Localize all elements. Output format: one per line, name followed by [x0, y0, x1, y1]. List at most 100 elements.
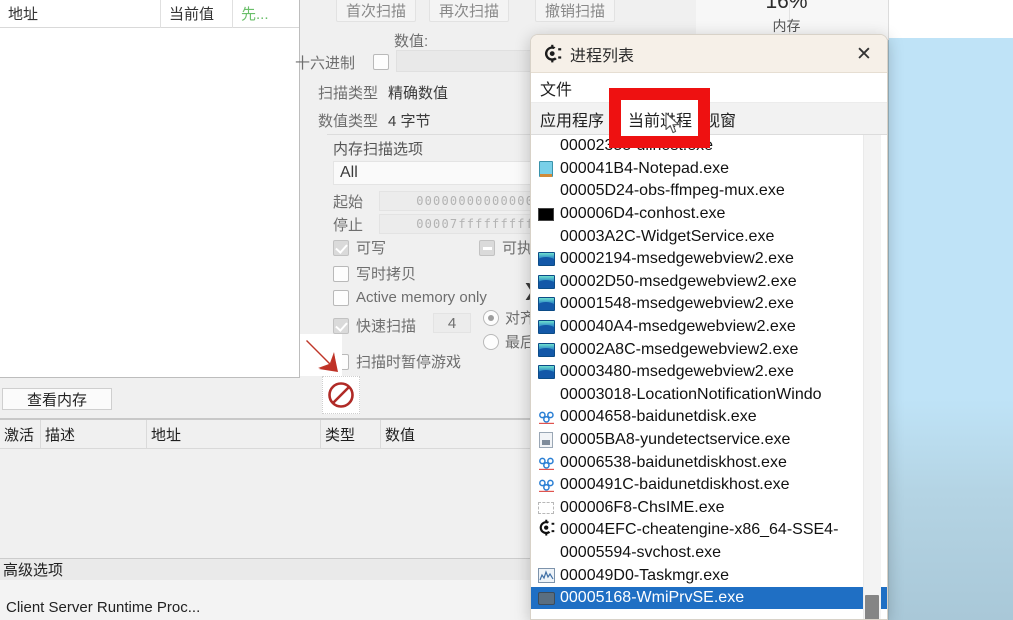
process-list-item[interactable]: 000040A4-msedgewebview2.exe	[531, 316, 887, 339]
column-header-type[interactable]: 类型	[320, 420, 380, 448]
process-name: 000006D4-conhost.exe	[560, 205, 726, 223]
align-radio[interactable]	[483, 309, 499, 326]
start-address-label: 起始	[333, 194, 364, 211]
process-list-item[interactable]: 00004658-baidunetdisk.exe	[531, 406, 887, 429]
column-header-value[interactable]: 数值	[380, 420, 480, 448]
process-list-item[interactable]: 00005594-svchost.exe	[531, 542, 887, 565]
hex-checkbox[interactable]	[373, 54, 389, 70]
process-list[interactable]: 00002358-dllhost.exe 000041B4-Notepad.exe…	[531, 135, 887, 619]
column-header-address[interactable]: 地址	[146, 420, 320, 448]
process-list-item[interactable]: 000006F8-ChsIME.exe	[531, 497, 887, 520]
scan-type-label: 扫描类型	[318, 85, 379, 102]
fastscan-value-input[interactable]: 4	[433, 313, 471, 333]
column-header-address[interactable]: 地址	[0, 0, 160, 28]
first-scan-button[interactable]: 首次扫描	[336, 0, 417, 22]
copyonwrite-checkbox[interactable]	[333, 265, 349, 282]
pause-game-label: 扫描时暂停游戏	[356, 354, 462, 371]
highlighted-tab-label[interactable]: 当前进程	[628, 107, 692, 131]
process-list-item[interactable]: 0000491C-baidunetdiskhost.exe	[531, 474, 887, 497]
start-address-input[interactable]: 0000000000000000	[379, 191, 555, 211]
scan-type-dropdown[interactable]: 精确数值	[388, 82, 448, 103]
align-radio-row[interactable]: 对齐	[483, 307, 535, 328]
column-header-previous-value[interactable]: 先...	[232, 0, 298, 28]
process-list-item[interactable]: 000049D0-Taskmgr.exe	[531, 564, 887, 587]
process-name: 00002A8C-msedgewebview2.exe	[560, 340, 799, 358]
process-dialog-title: 进程列表	[570, 47, 635, 65]
process-list-item[interactable]: 00006538-baidunetdiskhost.exe	[531, 451, 887, 474]
taskmanager-memory-percent: 16%	[765, 0, 808, 13]
writable-checkbox-row[interactable]: 可写	[333, 237, 386, 258]
process-list-item[interactable]: 000041B4-Notepad.exe	[531, 158, 887, 181]
tab-applications[interactable]: 应用程序	[531, 103, 613, 134]
process-name: 00004EFC-cheatengine-x86_64-SSE4-	[560, 521, 839, 539]
process-list-scroll-thumb[interactable]	[865, 595, 879, 619]
fastscan-checkbox[interactable]	[333, 317, 349, 334]
copyonwrite-checkbox-row[interactable]: 写时拷贝	[333, 263, 416, 284]
process-dialog-titlebar[interactable]: 进程列表 ✕	[531, 35, 887, 73]
process-list-item[interactable]: 00003480-msedgewebview2.exe	[531, 361, 887, 384]
copyonwrite-label: 写时拷贝	[356, 266, 417, 283]
process-name: 00002D50-msedgewebview2.exe	[560, 272, 797, 290]
blank-icon	[537, 182, 555, 200]
blank-icon	[537, 544, 555, 562]
mouse-cursor-icon	[665, 112, 682, 141]
value-type-dropdown[interactable]: 4 字节	[388, 110, 431, 131]
process-name: 00002194-msedgewebview2.exe	[560, 250, 794, 268]
process-list-item[interactable]: 00004EFC-cheatengine-x86_64-SSE4-	[531, 519, 887, 542]
executable-checkbox[interactable]	[479, 239, 495, 256]
process-list-item[interactable]: 00002194-msedgewebview2.exe	[531, 248, 887, 271]
stop-scan-icon[interactable]	[322, 376, 360, 414]
process-name: 00003018-LocationNotificationWindo	[560, 385, 822, 403]
fastscan-checkbox-row[interactable]: 快速扫描	[333, 315, 416, 336]
process-name: 00003480-msedgewebview2.exe	[560, 363, 794, 381]
process-name: 00001548-msedgewebview2.exe	[560, 295, 794, 313]
process-list-item[interactable]: 00001548-msedgewebview2.exe	[531, 293, 887, 316]
view-memory-button[interactable]: 查看内存	[2, 388, 112, 410]
ime-icon	[537, 499, 555, 517]
baidu-icon	[537, 476, 555, 494]
scan-results-header: 地址 当前值 先...	[0, 0, 299, 28]
process-list-scrollbar[interactable]	[863, 135, 881, 619]
column-header-current-value[interactable]: 当前值	[160, 0, 232, 28]
desktop-wallpaper-right	[888, 38, 1013, 620]
edge-icon	[537, 363, 555, 381]
executable-checkbox-row[interactable]: 可执	[479, 237, 532, 258]
process-list-item[interactable]: 000006D4-conhost.exe	[531, 203, 887, 226]
edge-icon	[537, 341, 555, 359]
process-name: 000049D0-Taskmgr.exe	[560, 566, 729, 584]
advanced-options-label: 高级选项	[3, 562, 64, 579]
fastscan-label: 快速扫描	[356, 318, 417, 335]
process-list-item[interactable]: 00003018-LocationNotificationWindo	[531, 384, 887, 407]
process-list-item[interactable]: 00002358-dllhost.exe	[531, 135, 887, 158]
active-memory-checkbox[interactable]	[333, 289, 349, 306]
wmi-icon	[537, 589, 555, 607]
next-scan-button[interactable]: 再次扫描	[429, 0, 510, 22]
taskmanager-row-name: Client Server Runtime Proc...	[6, 598, 201, 616]
process-list-item[interactable]: 00005D24-obs-ffmpeg-mux.exe	[531, 180, 887, 203]
scan-results-list[interactable]: 地址 当前值 先...	[0, 0, 300, 378]
process-name: 00003A2C-WidgetService.exe	[560, 227, 775, 245]
active-memory-label: Active memory only	[356, 289, 487, 306]
process-name: 000040A4-msedgewebview2.exe	[560, 318, 796, 336]
column-header-description[interactable]: 描述	[40, 420, 146, 448]
process-name: 00005BA8-yundetectservice.exe	[560, 431, 791, 449]
tab-windows[interactable]: 视窗	[695, 103, 745, 134]
edge-icon	[537, 250, 555, 268]
memory-region-dropdown[interactable]: All	[333, 161, 555, 185]
menu-item-file[interactable]: 文件	[531, 76, 578, 100]
process-list-item[interactable]: 00002D50-msedgewebview2.exe	[531, 271, 887, 294]
blank-icon	[537, 137, 555, 155]
active-memory-checkbox-row[interactable]: Active memory only	[333, 289, 487, 306]
column-header-active[interactable]: 激活	[0, 420, 40, 448]
process-list-item[interactable]: 00005BA8-yundetectservice.exe	[531, 429, 887, 452]
process-list-item[interactable]: 00003A2C-WidgetService.exe	[531, 225, 887, 248]
lastdigit-radio[interactable]	[483, 333, 499, 350]
close-icon[interactable]: ✕	[841, 35, 887, 73]
undo-scan-button[interactable]: 撤销扫描	[535, 0, 616, 22]
writable-checkbox[interactable]	[333, 239, 349, 256]
process-list-item-selected[interactable]: 00005168-WmiPrvSE.exe	[531, 586, 887, 610]
stop-address-label: 停止	[333, 217, 364, 234]
process-list-item[interactable]: 00002A8C-msedgewebview2.exe	[531, 338, 887, 361]
stop-address-input[interactable]: 00007fffffffffff	[379, 214, 555, 234]
pause-game-checkbox-row[interactable]: 扫描时暂停游戏	[333, 351, 461, 372]
